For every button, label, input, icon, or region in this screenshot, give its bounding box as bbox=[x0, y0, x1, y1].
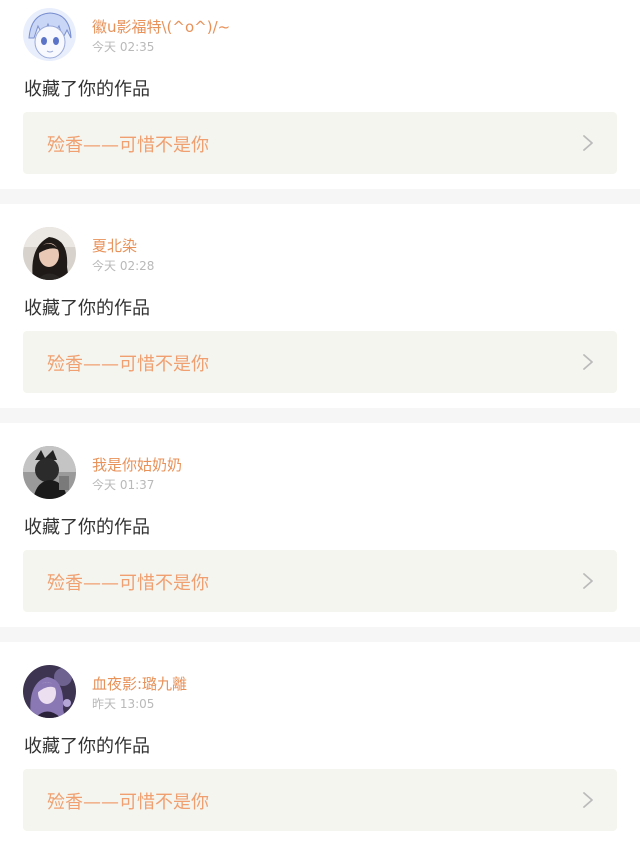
work-link[interactable]: 殓香——可惜不是你 bbox=[23, 550, 617, 612]
separator bbox=[0, 627, 640, 642]
separator bbox=[0, 189, 640, 204]
anime-boy-avatar-icon bbox=[23, 8, 76, 61]
user-avatar[interactable] bbox=[23, 8, 76, 61]
username[interactable]: 血夜影:璐九離 bbox=[92, 673, 187, 694]
notification-card: 我是你姑奶奶 今天 01:37 收藏了你的作品 殓香——可惜不是你 bbox=[0, 423, 640, 612]
work-title: 殓香——可惜不是你 bbox=[47, 792, 209, 813]
timestamp: 今天 02:35 bbox=[92, 40, 155, 54]
action-text: 收藏了你的作品 bbox=[24, 79, 150, 100]
work-title: 殓香——可惜不是你 bbox=[47, 354, 209, 375]
username[interactable]: 徽u影福特\(^o^)/~ bbox=[92, 16, 230, 37]
action-text: 收藏了你的作品 bbox=[24, 517, 150, 538]
user-avatar[interactable] bbox=[23, 446, 76, 499]
user-avatar[interactable] bbox=[23, 665, 76, 718]
timestamp: 昨天 13:05 bbox=[92, 697, 155, 711]
notification-card: 夏北染 今天 02:28 收藏了你的作品 殓香——可惜不是你 bbox=[0, 204, 640, 393]
work-link[interactable]: 殓香——可惜不是你 bbox=[23, 112, 617, 174]
notification-card: 血夜影:璐九離 昨天 13:05 收藏了你的作品 殓香——可惜不是你 bbox=[0, 642, 640, 831]
username[interactable]: 我是你姑奶奶 bbox=[92, 454, 182, 475]
purple-anime-avatar-icon bbox=[23, 665, 76, 718]
timestamp: 今天 01:37 bbox=[92, 478, 155, 492]
work-title: 殓香——可惜不是你 bbox=[47, 135, 209, 156]
chevron-right-icon bbox=[583, 573, 593, 589]
user-avatar[interactable] bbox=[23, 227, 76, 280]
work-link[interactable]: 殓香——可惜不是你 bbox=[23, 331, 617, 393]
action-text: 收藏了你的作品 bbox=[24, 736, 150, 757]
notification-card: 徽u影福特\(^o^)/~ 今天 02:35 收藏了你的作品 殓香——可惜不是你 bbox=[0, 0, 640, 189]
work-link[interactable]: 殓香——可惜不是你 bbox=[23, 769, 617, 831]
bw-portrait-avatar-icon bbox=[23, 446, 76, 499]
timestamp: 今天 02:28 bbox=[92, 259, 155, 273]
chevron-right-icon bbox=[583, 354, 593, 370]
username[interactable]: 夏北染 bbox=[92, 235, 137, 256]
chevron-right-icon bbox=[583, 792, 593, 808]
separator bbox=[0, 408, 640, 423]
action-text: 收藏了你的作品 bbox=[24, 298, 150, 319]
work-title: 殓香——可惜不是你 bbox=[47, 573, 209, 594]
girl-photo-avatar-icon bbox=[23, 227, 76, 280]
chevron-right-icon bbox=[583, 135, 593, 151]
